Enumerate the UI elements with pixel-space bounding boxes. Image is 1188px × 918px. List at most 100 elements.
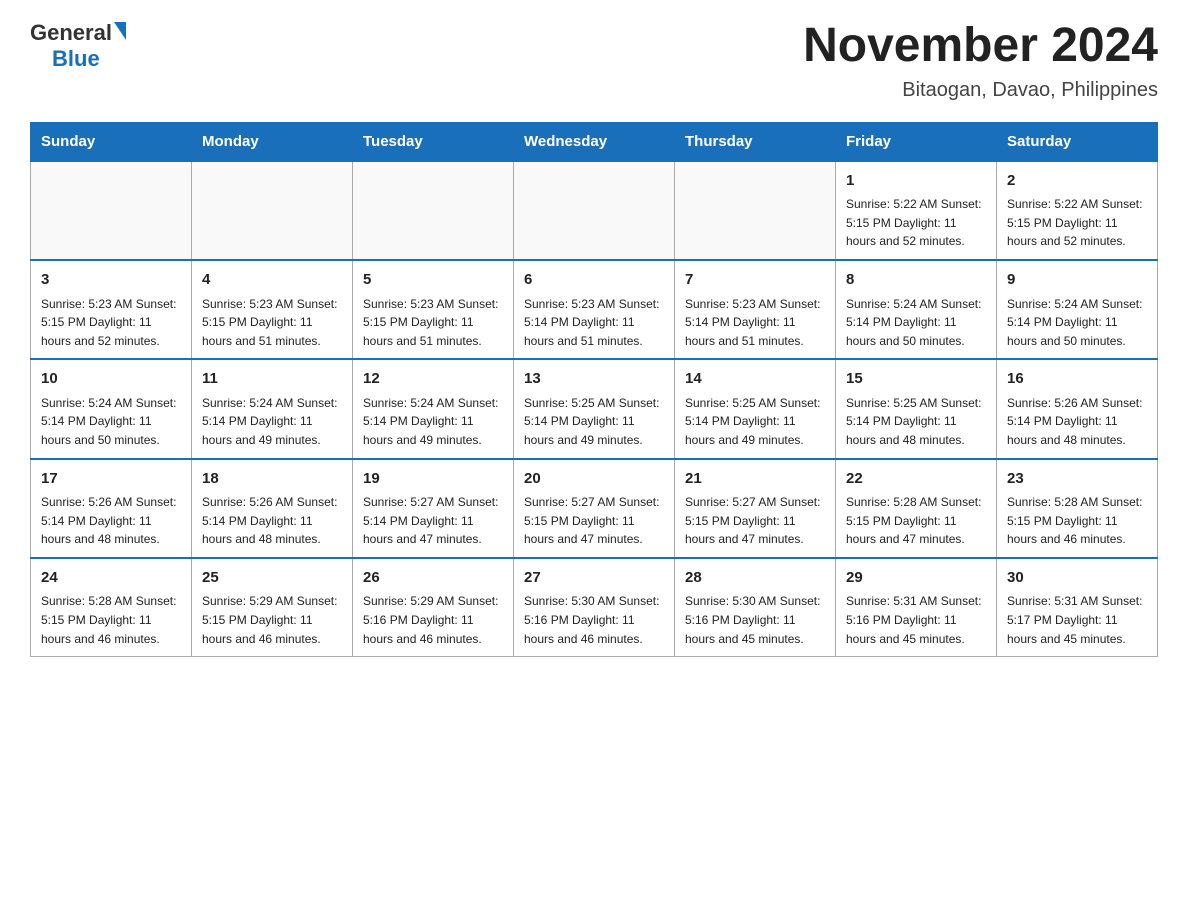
day-number: 18	[202, 468, 342, 491]
calendar-cell: 20Sunrise: 5:27 AM Sunset: 5:15 PM Dayli…	[514, 459, 675, 558]
day-info: Sunrise: 5:22 AM Sunset: 5:15 PM Dayligh…	[846, 195, 986, 251]
day-number: 16	[1007, 368, 1147, 391]
day-number: 26	[363, 567, 503, 590]
calendar-cell: 8 Sunrise: 5:24 AM Sunset: 5:14 PM Daylig…	[836, 260, 997, 359]
calendar-cell: 17Sunrise: 5:26 AM Sunset: 5:14 PM Dayli…	[31, 459, 192, 558]
day-number: 13	[524, 368, 664, 391]
day-number: 9	[1007, 269, 1147, 292]
day-info: Sunrise: 5:25 AM Sunset: 5:14 PM Dayligh…	[685, 394, 825, 450]
calendar-cell: 30Sunrise: 5:31 AM Sunset: 5:17 PM Dayli…	[997, 558, 1158, 657]
calendar-cell: 13 Sunrise: 5:25 AM Sunset: 5:14 PM Dayli…	[514, 359, 675, 458]
day-info: Sunrise: 5:23 AM Sunset: 5:14 PM Dayligh…	[685, 295, 825, 351]
calendar-week-row: 24Sunrise: 5:28 AM Sunset: 5:15 PM Dayli…	[31, 558, 1158, 657]
day-info: Sunrise: 5:27 AM Sunset: 5:15 PM Dayligh…	[685, 493, 825, 549]
calendar-cell: 6 Sunrise: 5:23 AM Sunset: 5:14 PM Daylig…	[514, 260, 675, 359]
calendar-cell: 21Sunrise: 5:27 AM Sunset: 5:15 PM Dayli…	[675, 459, 836, 558]
day-number: 19	[363, 468, 503, 491]
day-info: Sunrise: 5:31 AM Sunset: 5:16 PM Dayligh…	[846, 592, 986, 648]
calendar-cell: 26Sunrise: 5:29 AM Sunset: 5:16 PM Dayli…	[353, 558, 514, 657]
day-info: Sunrise: 5:28 AM Sunset: 5:15 PM Dayligh…	[41, 592, 181, 648]
day-info: Sunrise: 5:23 AM Sunset: 5:14 PM Dayligh…	[524, 295, 664, 351]
calendar-cell: 11 Sunrise: 5:24 AM Sunset: 5:14 PM Dayli…	[192, 359, 353, 458]
calendar-cell	[514, 161, 675, 260]
day-info: Sunrise: 5:29 AM Sunset: 5:16 PM Dayligh…	[363, 592, 503, 648]
day-info: Sunrise: 5:26 AM Sunset: 5:14 PM Dayligh…	[202, 493, 342, 549]
calendar-cell: 19Sunrise: 5:27 AM Sunset: 5:14 PM Dayli…	[353, 459, 514, 558]
day-number: 7	[685, 269, 825, 292]
weekday-header-friday: Friday	[836, 122, 997, 161]
day-number: 27	[524, 567, 664, 590]
day-number: 3	[41, 269, 181, 292]
day-info: Sunrise: 5:23 AM Sunset: 5:15 PM Dayligh…	[202, 295, 342, 351]
day-info: Sunrise: 5:23 AM Sunset: 5:15 PM Dayligh…	[363, 295, 503, 351]
weekday-header-thursday: Thursday	[675, 122, 836, 161]
calendar-week-row: 10 Sunrise: 5:24 AM Sunset: 5:14 PM Dayli…	[31, 359, 1158, 458]
weekday-header-tuesday: Tuesday	[353, 122, 514, 161]
day-number: 4	[202, 269, 342, 292]
calendar-cell	[675, 161, 836, 260]
day-info: Sunrise: 5:30 AM Sunset: 5:16 PM Dayligh…	[524, 592, 664, 648]
day-number: 30	[1007, 567, 1147, 590]
calendar-cell: 1Sunrise: 5:22 AM Sunset: 5:15 PM Daylig…	[836, 161, 997, 260]
logo-general-text: General	[30, 20, 112, 46]
day-info: Sunrise: 5:27 AM Sunset: 5:15 PM Dayligh…	[524, 493, 664, 549]
calendar-cell: 25Sunrise: 5:29 AM Sunset: 5:15 PM Dayli…	[192, 558, 353, 657]
day-info: Sunrise: 5:26 AM Sunset: 5:14 PM Dayligh…	[1007, 394, 1147, 450]
weekday-header-wednesday: Wednesday	[514, 122, 675, 161]
day-info: Sunrise: 5:24 AM Sunset: 5:14 PM Dayligh…	[202, 394, 342, 450]
day-number: 11	[202, 368, 342, 391]
day-number: 25	[202, 567, 342, 590]
calendar-cell: 16 Sunrise: 5:26 AM Sunset: 5:14 PM Dayli…	[997, 359, 1158, 458]
calendar-cell: 7 Sunrise: 5:23 AM Sunset: 5:14 PM Daylig…	[675, 260, 836, 359]
location-text: Bitaogan, Davao, Philippines	[803, 79, 1158, 102]
page-header: General Blue November 2024 Bitaogan, Dav…	[30, 20, 1158, 102]
calendar-cell	[31, 161, 192, 260]
day-number: 10	[41, 368, 181, 391]
logo-blue-text: Blue	[52, 46, 100, 72]
logo: General Blue	[30, 20, 126, 72]
calendar-week-row: 3 Sunrise: 5:23 AM Sunset: 5:15 PM Daylig…	[31, 260, 1158, 359]
day-info: Sunrise: 5:27 AM Sunset: 5:14 PM Dayligh…	[363, 493, 503, 549]
day-number: 15	[846, 368, 986, 391]
calendar-cell: 14 Sunrise: 5:25 AM Sunset: 5:14 PM Dayli…	[675, 359, 836, 458]
weekday-header-sunday: Sunday	[31, 122, 192, 161]
title-section: November 2024 Bitaogan, Davao, Philippin…	[803, 20, 1158, 102]
calendar-cell	[353, 161, 514, 260]
calendar-cell: 9Sunrise: 5:24 AM Sunset: 5:14 PM Daylig…	[997, 260, 1158, 359]
calendar-cell: 24Sunrise: 5:28 AM Sunset: 5:15 PM Dayli…	[31, 558, 192, 657]
day-number: 17	[41, 468, 181, 491]
weekday-header-row: SundayMondayTuesdayWednesdayThursdayFrid…	[31, 122, 1158, 161]
calendar-cell: 28Sunrise: 5:30 AM Sunset: 5:16 PM Dayli…	[675, 558, 836, 657]
day-number: 2	[1007, 170, 1147, 193]
logo-text: General	[30, 20, 126, 46]
logo-arrow-icon	[114, 22, 126, 40]
day-number: 14	[685, 368, 825, 391]
day-info: Sunrise: 5:24 AM Sunset: 5:14 PM Dayligh…	[846, 295, 986, 351]
calendar-cell: 27Sunrise: 5:30 AM Sunset: 5:16 PM Dayli…	[514, 558, 675, 657]
calendar-table: SundayMondayTuesdayWednesdayThursdayFrid…	[30, 122, 1158, 657]
day-number: 28	[685, 567, 825, 590]
calendar-week-row: 17 Sunrise: 5:26 AM Sunset: 5:14 PM Dayli…	[31, 459, 1158, 558]
calendar-cell: 23Sunrise: 5:28 AM Sunset: 5:15 PM Dayli…	[997, 459, 1158, 558]
calendar-cell	[192, 161, 353, 260]
day-number: 6	[524, 269, 664, 292]
weekday-header-saturday: Saturday	[997, 122, 1158, 161]
day-info: Sunrise: 5:25 AM Sunset: 5:14 PM Dayligh…	[524, 394, 664, 450]
day-info: Sunrise: 5:28 AM Sunset: 5:15 PM Dayligh…	[846, 493, 986, 549]
day-info: Sunrise: 5:24 AM Sunset: 5:14 PM Dayligh…	[41, 394, 181, 450]
day-info: Sunrise: 5:29 AM Sunset: 5:15 PM Dayligh…	[202, 592, 342, 648]
day-number: 5	[363, 269, 503, 292]
day-info: Sunrise: 5:24 AM Sunset: 5:14 PM Dayligh…	[363, 394, 503, 450]
day-number: 21	[685, 468, 825, 491]
calendar-cell: 4 Sunrise: 5:23 AM Sunset: 5:15 PM Daylig…	[192, 260, 353, 359]
weekday-header-monday: Monday	[192, 122, 353, 161]
calendar-cell: 3 Sunrise: 5:23 AM Sunset: 5:15 PM Daylig…	[31, 260, 192, 359]
day-info: Sunrise: 5:31 AM Sunset: 5:17 PM Dayligh…	[1007, 592, 1147, 648]
day-info: Sunrise: 5:25 AM Sunset: 5:14 PM Dayligh…	[846, 394, 986, 450]
day-number: 8	[846, 269, 986, 292]
month-title: November 2024	[803, 20, 1158, 73]
day-info: Sunrise: 5:23 AM Sunset: 5:15 PM Dayligh…	[41, 295, 181, 351]
calendar-week-row: 1Sunrise: 5:22 AM Sunset: 5:15 PM Daylig…	[31, 161, 1158, 260]
calendar-cell: 29Sunrise: 5:31 AM Sunset: 5:16 PM Dayli…	[836, 558, 997, 657]
day-number: 12	[363, 368, 503, 391]
